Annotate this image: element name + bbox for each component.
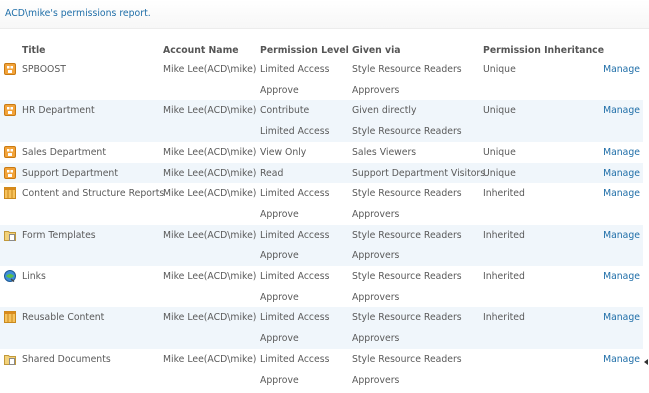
row-permission-level: Limited Access [260,353,330,365]
row-permission-level: Contribute [260,105,310,117]
manage-link[interactable]: Manage [603,271,640,282]
row-given-via: Approvers [352,291,400,303]
row-account-name: Mike Lee(ACD\mike) [163,105,257,117]
row-permission-level: Limited Access [260,271,330,282]
row-given-via: Style Resource Readers [352,64,462,75]
row-permission-level: Limited Access [260,64,330,75]
list-icon [4,187,16,200]
site-icon [4,145,16,158]
row-account-name: Mike Lee(ACD\mike) [163,167,257,179]
column-header-title: Title [22,45,46,56]
row-given-via: Approvers [352,333,400,345]
row-inheritance: Unique [483,167,516,179]
row-given-via: Style Resource Readers [352,271,462,282]
row-inheritance: Unique [483,146,516,158]
manage-link[interactable]: Manage [603,312,640,323]
row-permission-level: Limited Access [260,229,330,241]
row-permission-level: Read [260,167,284,179]
row-given-via: Style Resource Readers [352,126,462,138]
row-account-name: Mike Lee(ACD\mike) [163,188,257,200]
links-icon [4,270,16,283]
row-given-via: Approvers [352,84,400,96]
row-given-via: Support Department Visitors [352,167,486,179]
row-title[interactable]: Support Department [22,168,118,179]
row-title[interactable]: Shared Documents [22,354,111,365]
scroll-left-arrow-icon[interactable] [644,359,648,365]
row-title[interactable]: Content and Structure Reports [22,188,164,199]
manage-link[interactable]: Manage [603,64,640,75]
column-header-inheritance: Permission Inheritance [483,45,605,56]
manage-link[interactable]: Manage [603,230,640,241]
row-given-via: Sales Viewers [352,146,417,158]
manage-link[interactable]: Manage [603,105,640,116]
row-given-via: Style Resource Readers [352,188,462,200]
site-icon [4,166,16,179]
row-inheritance: Inherited [483,312,525,324]
row-inheritance: Inherited [483,229,525,241]
column-header-given-via: Given via [352,45,401,56]
row-title[interactable]: Sales Department [22,147,106,158]
report-title: ACD\mike's permissions report. [5,8,151,19]
row-given-via: Style Resource Readers [352,312,462,324]
row-inheritance: Inherited [483,188,525,200]
row-permission-level: Approve [260,84,299,96]
row-account-name: Mike Lee(ACD\mike) [163,271,257,282]
row-given-via: Approvers [352,250,400,262]
row-title[interactable]: HR Department [22,105,95,116]
row-given-via: Approvers [352,374,400,386]
manage-link[interactable]: Manage [603,168,640,179]
site-icon [4,104,16,117]
column-header-permission-level: Permission Level [260,45,349,56]
row-account-name: Mike Lee(ACD\mike) [163,146,257,158]
row-permission-level: Approve [260,291,299,303]
row-title[interactable]: Form Templates [22,230,96,241]
row-inheritance: Unique [483,105,516,117]
report-header: ACD\mike's permissions report. [0,0,649,29]
row-given-via: Approvers [352,208,400,220]
row-inheritance: Inherited [483,271,525,282]
doclib-icon [4,229,16,241]
row-given-via: Style Resource Readers [352,229,462,241]
row-permission-level: Limited Access [260,312,330,324]
row-given-via: Given directly [352,105,417,117]
row-account-name: Mike Lee(ACD\mike) [163,229,257,241]
row-title[interactable]: Links [22,271,46,282]
row-permission-level: Approve [260,208,299,220]
column-header-account: Account Name [163,45,239,56]
row-permission-level: Limited Access [260,126,330,138]
row-account-name: Mike Lee(ACD\mike) [163,64,257,75]
row-title[interactable]: Reusable Content [22,312,104,323]
row-permission-level: Approve [260,374,299,386]
doclib-icon [4,353,16,365]
row-permission-level: Limited Access [260,188,330,200]
row-account-name: Mike Lee(ACD\mike) [163,353,257,365]
row-title[interactable]: SPBOOST [22,64,66,75]
row-permission-level: Approve [260,250,299,262]
row-account-name: Mike Lee(ACD\mike) [163,312,257,324]
row-given-via: Style Resource Readers [352,353,462,365]
site-icon [4,63,16,75]
row-permission-level: View Only [260,146,307,158]
manage-link[interactable]: Manage [603,188,640,199]
manage-link[interactable]: Manage [603,147,640,158]
manage-link[interactable]: Manage [603,354,640,365]
list-icon [4,311,16,324]
row-inheritance: Unique [483,64,516,75]
row-permission-level: Approve [260,333,299,345]
